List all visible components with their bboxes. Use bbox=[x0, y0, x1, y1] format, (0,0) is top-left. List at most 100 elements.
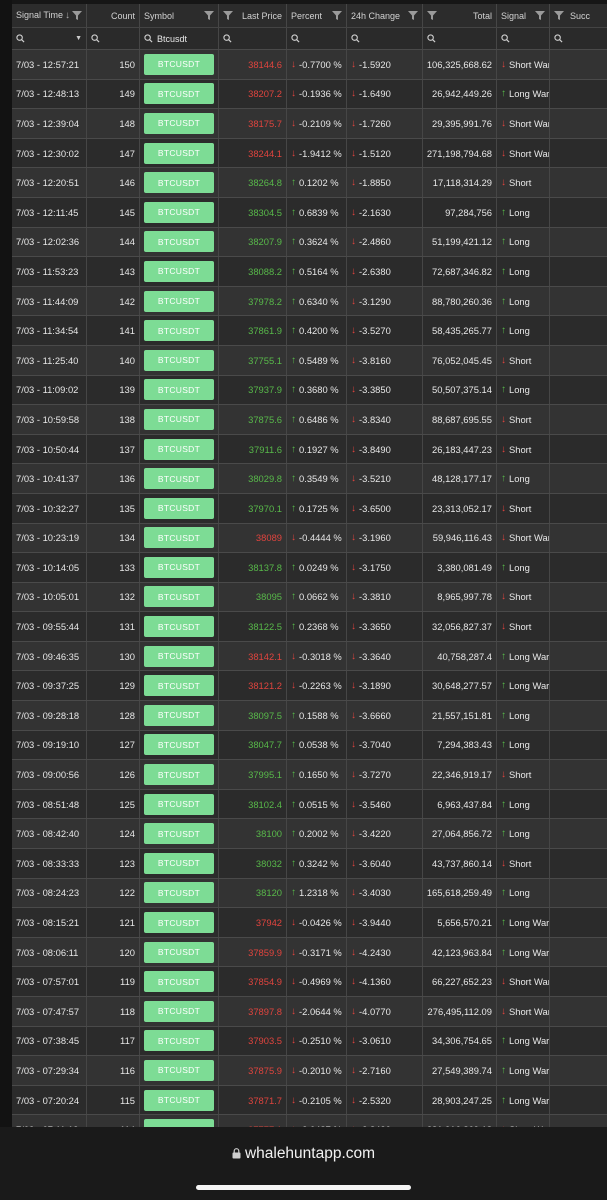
symbol-badge[interactable]: BTCUSDT bbox=[144, 971, 214, 993]
table-row[interactable]: 7/03 - 12:20:51 146 BTCUSDT 38264.8 ↑ 0.1202 … bbox=[12, 168, 607, 198]
chevron-down-icon[interactable]: ▼ bbox=[75, 35, 82, 42]
symbol-badge[interactable]: BTCUSDT bbox=[144, 172, 214, 194]
symbol-badge[interactable]: BTCUSDT bbox=[144, 616, 214, 638]
symbol-badge[interactable]: BTCUSDT bbox=[144, 586, 214, 608]
table-row[interactable]: 7/03 - 08:33:33 123 BTCUSDT 38032 ↑ 0.3242 % ↓… bbox=[12, 849, 607, 879]
symbol-badge[interactable]: BTCUSDT bbox=[144, 231, 214, 253]
table-row[interactable]: 7/03 - 12:57:21 150 BTCUSDT 38144.6 ↓ -0.7700… bbox=[12, 50, 607, 80]
symbol-badge[interactable]: BTCUSDT bbox=[144, 320, 214, 342]
table-row[interactable]: 7/03 - 09:00:56 126 BTCUSDT 37995.1 ↑ 0.1650 … bbox=[12, 760, 607, 790]
filter-icon[interactable] bbox=[332, 11, 342, 20]
symbol-badge[interactable]: BTCUSDT bbox=[144, 852, 214, 874]
symbol-badge[interactable]: BTCUSDT bbox=[144, 675, 214, 697]
symbol-badge[interactable]: BTCUSDT bbox=[144, 734, 214, 756]
sort-desc-icon[interactable]: ↓ bbox=[65, 10, 70, 21]
col-total[interactable]: Total bbox=[423, 4, 497, 27]
table-row[interactable]: 7/03 - 09:55:44 131 BTCUSDT 38122.5 ↑ 0.2368 … bbox=[12, 612, 607, 642]
col-symbol[interactable]: Symbol bbox=[140, 4, 219, 27]
table-row[interactable]: 7/03 - 10:32:27 135 BTCUSDT 37970.1 ↑ 0.1725 … bbox=[12, 493, 607, 524]
symbol-badge[interactable]: BTCUSDT bbox=[144, 142, 214, 164]
table-row[interactable]: 7/03 - 09:46:35 130 BTCUSDT 38142.1 ↓ -0.3018… bbox=[12, 641, 607, 672]
symbol-filter-input[interactable]: Btcusdt bbox=[157, 34, 187, 44]
col-signal[interactable]: Signal bbox=[497, 4, 550, 27]
symbol-badge[interactable]: BTCUSDT bbox=[144, 527, 214, 549]
table-row[interactable]: 7/03 - 12:48:13 149 BTCUSDT 38207.2 ↓ -0.1936… bbox=[12, 79, 607, 110]
col-percent[interactable]: Percent bbox=[287, 4, 347, 27]
col-success[interactable]: Succ bbox=[550, 4, 607, 27]
table-row[interactable]: 7/03 - 11:34:54 141 BTCUSDT 37861.9 ↑ 0.4200 … bbox=[12, 316, 607, 346]
col-signal-time[interactable]: Signal Time ↓ bbox=[12, 4, 87, 27]
symbol-badge[interactable]: BTCUSDT bbox=[144, 497, 214, 519]
table-row[interactable]: 7/03 - 08:06:11 120 BTCUSDT 37859.9 ↓ -0.3171… bbox=[12, 937, 607, 968]
table-row[interactable]: 7/03 - 11:44:09 142 BTCUSDT 37978.2 ↑ 0.6340 … bbox=[12, 286, 607, 317]
filter-count[interactable] bbox=[87, 28, 140, 49]
filter-icon[interactable] bbox=[408, 11, 418, 20]
table-row[interactable]: 7/03 - 11:53:23 143 BTCUSDT 38088.2 ↑ 0.5164 … bbox=[12, 257, 607, 287]
table-row[interactable]: 7/03 - 10:14:05 133 BTCUSDT 38137.8 ↑ 0.0249 … bbox=[12, 553, 607, 583]
col-last-price[interactable]: Last Price bbox=[219, 4, 287, 27]
symbol-badge[interactable]: BTCUSDT bbox=[144, 260, 214, 282]
col-count[interactable]: Count bbox=[87, 4, 140, 27]
symbol-badge[interactable]: BTCUSDT bbox=[144, 793, 214, 815]
filter-icon[interactable] bbox=[427, 11, 437, 20]
symbol-badge[interactable]: BTCUSDT bbox=[144, 83, 214, 105]
symbol-badge[interactable]: BTCUSDT bbox=[144, 1119, 214, 1127]
table-row[interactable]: 7/03 - 07:47:57 118 BTCUSDT 37897.8 ↓ -2.0644… bbox=[12, 997, 607, 1027]
table-row[interactable]: 7/03 - 10:59:58 138 BTCUSDT 37875.6 ↑ 0.6486 … bbox=[12, 405, 607, 435]
table-row[interactable]: 7/03 - 09:19:10 127 BTCUSDT 38047.7 ↑ 0.0538 … bbox=[12, 730, 607, 761]
filter-total[interactable] bbox=[423, 28, 497, 49]
table-row[interactable]: 7/03 - 09:28:18 128 BTCUSDT 38097.5 ↑ 0.1588 … bbox=[12, 701, 607, 731]
symbol-badge[interactable]: BTCUSDT bbox=[144, 764, 214, 786]
filter-signal[interactable] bbox=[497, 28, 550, 49]
table-row[interactable]: 7/03 - 09:37:25 129 BTCUSDT 38121.2 ↓ -0.2263… bbox=[12, 671, 607, 702]
home-indicator[interactable] bbox=[196, 1185, 411, 1190]
table-row[interactable]: 7/03 - 07:29:34 116 BTCUSDT 37875.9 ↓ -0.2010… bbox=[12, 1056, 607, 1086]
symbol-badge[interactable]: BTCUSDT bbox=[144, 468, 214, 490]
table-row[interactable]: 7/03 - 08:15:21 121 BTCUSDT 37942 ↓ -0.0426 %… bbox=[12, 908, 607, 938]
col-24h-change[interactable]: 24h Change bbox=[347, 4, 423, 27]
symbol-badge[interactable]: BTCUSDT bbox=[144, 645, 214, 667]
table-row[interactable]: 7/03 - 08:51:48 125 BTCUSDT 38102.4 ↑ 0.0515 … bbox=[12, 789, 607, 820]
table-row[interactable]: 7/03 - 07:57:01 119 BTCUSDT 37854.9 ↓ -0.4969… bbox=[12, 967, 607, 997]
address-bar[interactable]: whalehuntapp.com bbox=[0, 1145, 607, 1163]
table-row[interactable]: 7/03 - 12:11:45 145 BTCUSDT 38304.5 ↑ 0.6839 … bbox=[12, 197, 607, 228]
table-row[interactable]: 7/03 - 10:50:44 137 BTCUSDT 37911.6 ↑ 0.1927 … bbox=[12, 434, 607, 465]
symbol-badge[interactable]: BTCUSDT bbox=[144, 408, 214, 430]
symbol-badge[interactable]: BTCUSDT bbox=[144, 349, 214, 371]
table-row[interactable]: 7/03 - 10:41:37 136 BTCUSDT 38029.8 ↑ 0.3549 … bbox=[12, 464, 607, 494]
filter-symbol[interactable]: Btcusdt bbox=[140, 28, 219, 49]
filter-percent[interactable] bbox=[287, 28, 347, 49]
table-row[interactable]: 7/03 - 07:11:12114 BTCUSDT 37777.1↓-2.0487… bbox=[12, 1115, 607, 1127]
symbol-badge[interactable]: BTCUSDT bbox=[144, 112, 214, 134]
filter-icon[interactable] bbox=[223, 11, 233, 20]
symbol-badge[interactable]: BTCUSDT bbox=[144, 823, 214, 845]
symbol-badge[interactable]: BTCUSDT bbox=[144, 912, 214, 934]
filter-24h-change[interactable] bbox=[347, 28, 423, 49]
table-row[interactable]: 7/03 - 12:39:04 148 BTCUSDT 38175.7 ↓ -0.2109… bbox=[12, 109, 607, 139]
symbol-badge[interactable]: BTCUSDT bbox=[144, 704, 214, 726]
symbol-badge[interactable]: BTCUSDT bbox=[144, 1030, 214, 1052]
table-row[interactable]: 7/03 - 10:05:01 132 BTCUSDT 38095 ↑ 0.0662 % ↓… bbox=[12, 582, 607, 613]
table-row[interactable]: 7/03 - 07:38:45 117 BTCUSDT 37903.5 ↓ -0.2510… bbox=[12, 1026, 607, 1057]
filter-success[interactable] bbox=[550, 28, 607, 49]
symbol-badge[interactable]: BTCUSDT bbox=[144, 1089, 214, 1111]
table-row[interactable]: 7/03 - 10:23:19 134 BTCUSDT 38089 ↓ -0.4444 %… bbox=[12, 523, 607, 554]
symbol-badge[interactable]: BTCUSDT bbox=[144, 1000, 214, 1022]
symbol-badge[interactable]: BTCUSDT bbox=[144, 201, 214, 223]
table-row[interactable]: 7/03 - 08:24:23 122 BTCUSDT 38120 ↑ 1.2318 % ↓… bbox=[12, 878, 607, 909]
table-row[interactable]: 7/03 - 11:25:40 140 BTCUSDT 37755.1 ↑ 0.5489 … bbox=[12, 345, 607, 376]
symbol-badge[interactable]: BTCUSDT bbox=[144, 379, 214, 401]
table-row[interactable]: 7/03 - 12:02:36 144 BTCUSDT 38207.9 ↑ 0.3624 … bbox=[12, 227, 607, 258]
filter-icon[interactable] bbox=[204, 11, 214, 20]
symbol-badge[interactable]: BTCUSDT bbox=[144, 53, 214, 75]
table-row[interactable]: 7/03 - 08:42:40 124 BTCUSDT 38100 ↑ 0.2002 % ↓… bbox=[12, 819, 607, 850]
symbol-badge[interactable]: BTCUSDT bbox=[144, 941, 214, 963]
symbol-badge[interactable]: BTCUSDT bbox=[144, 290, 214, 312]
symbol-badge[interactable]: BTCUSDT bbox=[144, 556, 214, 578]
symbol-badge[interactable]: BTCUSDT bbox=[144, 1059, 214, 1081]
symbol-badge[interactable]: BTCUSDT bbox=[144, 882, 214, 904]
symbol-badge[interactable]: BTCUSDT bbox=[144, 438, 214, 460]
filter-last-price[interactable] bbox=[219, 28, 287, 49]
filter-icon[interactable] bbox=[72, 11, 82, 20]
filter-signal-time[interactable]: ▼ bbox=[12, 28, 87, 49]
